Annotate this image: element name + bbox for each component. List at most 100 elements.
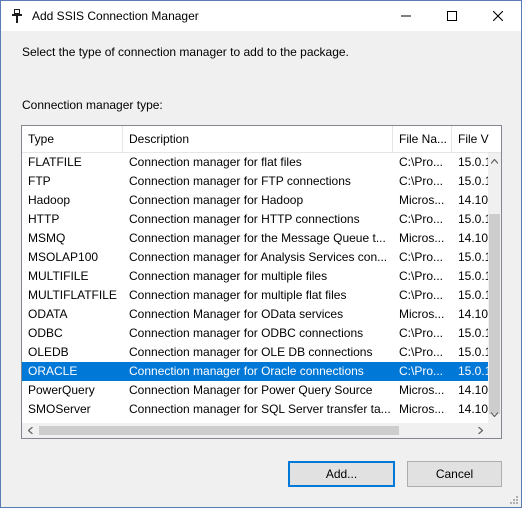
table-row[interactable]: MSMQ Connection manager for the Message Q…	[22, 229, 488, 248]
cell-description: Connection manager for Hadoop	[129, 193, 304, 207]
close-icon	[493, 11, 503, 21]
column-header-description[interactable]: Description	[123, 126, 393, 153]
cell-description: Connection manager for multiple files	[129, 269, 328, 283]
cell-type: FTP	[28, 174, 51, 188]
cell-file-version: 15.0.1	[458, 345, 488, 359]
vertical-scroll-thumb[interactable]	[489, 214, 500, 414]
table-row[interactable]: HTTP Connection manager for HTTP connecti…	[22, 210, 488, 229]
cell-type: MSMQ	[28, 231, 66, 245]
cell-type: PowerQuery	[28, 383, 95, 397]
cell-file-name: C:\Pro...	[399, 364, 444, 378]
cell-type: MSOLAP100	[28, 250, 99, 264]
connection-type-label: Connection manager type:	[22, 98, 163, 112]
table-row[interactable]: Hadoop Connection manager for Hadoop Micro…	[22, 191, 488, 210]
table-row[interactable]: FLATFILE Connection manager for flat file…	[22, 153, 488, 172]
cell-description: Connection manager for flat files	[129, 155, 302, 169]
cell-type: MULTIFLATFILE	[28, 288, 117, 302]
cell-description: Connection manager for OLE DB connection…	[129, 345, 373, 359]
chevron-down-icon	[491, 412, 498, 417]
scroll-left-button[interactable]	[22, 423, 38, 438]
table-row[interactable]: MULTIFILE Connection manager for multiple…	[22, 267, 488, 286]
list-rows: FLATFILE Connection manager for flat file…	[22, 153, 488, 438]
scroll-down-button[interactable]	[488, 406, 501, 423]
cell-type: ORACLE	[28, 364, 78, 378]
table-row[interactable]: OLEDB Connection manager for OLE DB conne…	[22, 343, 488, 362]
ssis-app-icon	[12, 9, 22, 23]
cell-file-name: C:\Pro...	[399, 326, 444, 340]
table-row[interactable]: FTP Connection manager for FTP connection…	[22, 172, 488, 191]
horizontal-scrollbar[interactable]	[22, 423, 488, 438]
column-header-file-version[interactable]: File V	[452, 126, 501, 153]
resize-grip-icon[interactable]	[507, 493, 519, 505]
cancel-button[interactable]: Cancel	[407, 461, 502, 487]
cell-file-name: C:\Pro...	[399, 212, 444, 226]
connection-manager-list[interactable]: Type Description File Na... File V FLATF…	[21, 125, 502, 439]
cell-file-version: 15.0.1	[458, 364, 488, 378]
column-header-file-name[interactable]: File Na...	[393, 126, 452, 153]
cell-file-name: Micros...	[399, 383, 445, 397]
maximize-button[interactable]	[429, 1, 475, 31]
cell-type: MULTIFILE	[28, 269, 89, 283]
cell-description: Connection Manager for Power Query Sourc…	[129, 383, 373, 397]
scroll-up-button[interactable]	[488, 153, 501, 170]
cell-description: Connection manager for FTP connections	[129, 174, 351, 188]
cell-type: FLATFILE	[28, 155, 82, 169]
cell-file-version: 15.0.1	[458, 326, 488, 340]
table-row[interactable]: PowerQuery Connection Manager for Power Q…	[22, 381, 488, 400]
maximize-icon	[447, 11, 457, 21]
intro-text: Select the type of connection manager to…	[22, 45, 349, 59]
cell-type: SMOServer	[28, 402, 91, 416]
cell-type: ODBC	[28, 326, 63, 340]
table-row[interactable]: MULTIFLATFILE Connection manager for mult…	[22, 286, 488, 305]
cell-file-name: Micros...	[399, 402, 445, 416]
cell-file-name: Micros...	[399, 307, 445, 321]
cell-file-version: 14.10	[458, 402, 488, 416]
cell-file-name: C:\Pro...	[399, 250, 444, 264]
table-row-selected[interactable]: ORACLE Connection manager for Oracle conn…	[22, 362, 488, 381]
cell-description: Connection manager for the Message Queue…	[129, 231, 386, 245]
cell-file-version: 15.0.1	[458, 155, 488, 169]
chevron-left-icon	[27, 427, 33, 434]
cell-file-version: 15.0.1	[458, 288, 488, 302]
minimize-button[interactable]	[383, 1, 429, 31]
column-header-type[interactable]: Type	[22, 126, 123, 153]
minimize-icon	[401, 15, 411, 17]
cell-file-version: 15.0.1	[458, 212, 488, 226]
add-button[interactable]: Add...	[288, 461, 395, 487]
cell-file-version: 15.0.1	[458, 174, 488, 188]
cell-file-version: 14.10	[458, 307, 488, 321]
cell-description: Connection manager for SQL Server transf…	[129, 402, 391, 416]
table-row[interactable]: ODATA Connection Manager for OData servic…	[22, 305, 488, 324]
cell-file-version: 15.0.1	[458, 250, 488, 264]
scroll-right-button[interactable]	[472, 423, 488, 438]
cell-file-version: 15.0.1	[458, 269, 488, 283]
window-title: Add SSIS Connection Manager	[32, 9, 199, 23]
scrollbar-corner	[488, 423, 501, 438]
cell-type: OLEDB	[28, 345, 69, 359]
vertical-scrollbar[interactable]	[488, 153, 501, 423]
list-header: Type Description File Na... File V	[22, 126, 501, 153]
cell-description: Connection manager for HTTP connections	[129, 212, 360, 226]
table-row[interactable]: MSOLAP100 Connection manager for Analysis…	[22, 248, 488, 267]
cell-file-name: Micros...	[399, 193, 445, 207]
dialog-window: Add SSIS Connection Manager Select the t…	[0, 0, 522, 508]
cell-file-version: 14.10	[458, 383, 488, 397]
cell-description: Connection Manager for OData services	[129, 307, 344, 321]
cell-file-name: C:\Pro...	[399, 345, 444, 359]
close-button[interactable]	[475, 1, 521, 31]
cell-file-name: C:\Pro...	[399, 174, 444, 188]
cell-file-name: C:\Pro...	[399, 269, 444, 283]
chevron-right-icon	[477, 427, 483, 434]
cell-description: Connection manager for ODBC connections	[129, 326, 364, 340]
chevron-up-icon	[491, 159, 498, 164]
table-row[interactable]: SMOServer Connection manager for SQL Serv…	[22, 400, 488, 419]
cell-file-name: C:\Pro...	[399, 155, 444, 169]
cell-type: ODATA	[28, 307, 68, 321]
cell-type: HTTP	[28, 212, 60, 226]
cell-file-name: C:\Pro...	[399, 288, 444, 302]
table-row[interactable]: ODBC Connection manager for ODBC connecti…	[22, 324, 488, 343]
title-bar[interactable]: Add SSIS Connection Manager	[1, 1, 521, 31]
horizontal-scroll-thumb[interactable]	[39, 426, 399, 435]
cell-file-version: 14.10	[458, 193, 488, 207]
cell-file-name: Micros...	[399, 231, 445, 245]
